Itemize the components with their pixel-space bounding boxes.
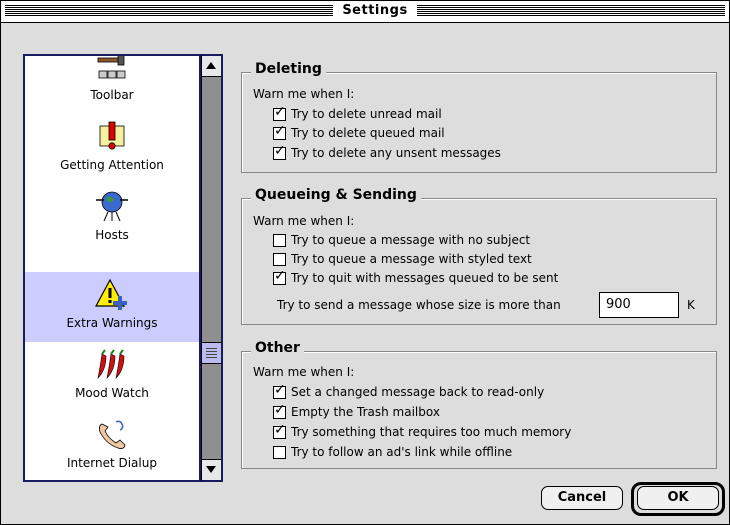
sidebar-item-label: Getting Attention [60,158,164,172]
sidebar-item-mood-watch[interactable]: Mood Watch [25,342,199,412]
checkbox[interactable] [273,402,286,419]
deleting-group-title: Deleting [251,61,326,77]
checkbox[interactable] [273,382,286,399]
chili-peppers-icon [97,349,125,379]
sidebar-item-getting-attention[interactable]: Getting Attention [25,114,199,184]
title-bar-stripes [417,5,725,17]
sidebar-item-label: Hosts [95,228,129,242]
window-title: Settings [333,3,417,18]
settings-category-list[interactable]: Toolbar Getting Attention Hosts Extra Wa… [23,54,201,482]
scroll-down-arrow[interactable] [202,459,221,480]
telephone-icon [98,420,126,449]
warning-triangle-icon [94,278,127,310]
cancel-button[interactable]: Cancel [541,486,623,510]
deleting-warn-label: Warn me when I: [253,87,355,101]
checkbox-label: Try to delete queued mail [291,126,445,140]
other-warn-label: Warn me when I: [253,365,355,379]
sidebar-scrollbar[interactable] [201,54,223,482]
sidebar-item-label: Internet Dialup [67,456,157,470]
ok-button[interactable]: OK [637,486,719,510]
checkbox-label: Try something that requires too much mem… [291,425,572,439]
checkbox[interactable] [273,143,286,160]
settings-window: Settings Toolbar Getting Attention Hosts… [0,0,730,525]
sidebar-item-hosts[interactable]: Hosts [25,184,199,254]
checkbox[interactable] [273,104,286,121]
globe-network-icon [96,191,128,222]
scroll-thumb[interactable] [202,342,221,364]
queueing-group-title: Queueing & Sending [251,187,421,203]
checkbox[interactable] [273,253,286,266]
checkbox-label: Try to quit with messages queued to be s… [291,271,559,285]
sidebar-item-internet-dialup[interactable]: Internet Dialup [25,412,199,480]
checkbox-label: Set a changed message back to read-only [291,385,545,399]
exclamation-icon [99,121,125,150]
sidebar-item-label: Mood Watch [75,386,149,400]
sidebar-item-label: Toolbar [90,88,134,102]
hammer-toolbar-icon [97,56,126,79]
title-bar[interactable]: Settings [1,1,729,23]
checkbox[interactable] [273,123,286,140]
checkbox-label: Empty the Trash mailbox [291,405,440,419]
checkbox[interactable] [273,268,286,285]
sidebar-item-toolbar[interactable]: Toolbar [25,56,199,114]
size-threshold-input[interactable]: 900 [599,292,679,318]
checkbox-label: Try to queue a message with no subject [291,233,531,247]
queueing-warn-label: Warn me when I: [253,214,355,228]
title-bar-stripes [5,5,333,17]
other-group-title: Other [251,340,304,356]
checkbox-label: Try to queue a message with styled text [291,252,532,266]
scroll-up-arrow[interactable] [202,56,221,77]
checkbox-label: Try to delete any unsent messages [291,146,501,160]
sidebar-item-extra-warnings[interactable]: Extra Warnings [25,272,199,342]
sidebar-item-label: Extra Warnings [66,316,158,330]
checkbox-label: Try to delete unread mail [291,107,442,121]
checkbox[interactable] [273,234,286,247]
checkbox[interactable] [273,422,286,439]
checkbox-label: Try to follow an ad's link while offline [291,445,513,459]
checkbox[interactable] [273,446,286,459]
size-threshold-label: Try to send a message whose size is more… [277,298,561,312]
size-unit-label: K [687,298,695,312]
